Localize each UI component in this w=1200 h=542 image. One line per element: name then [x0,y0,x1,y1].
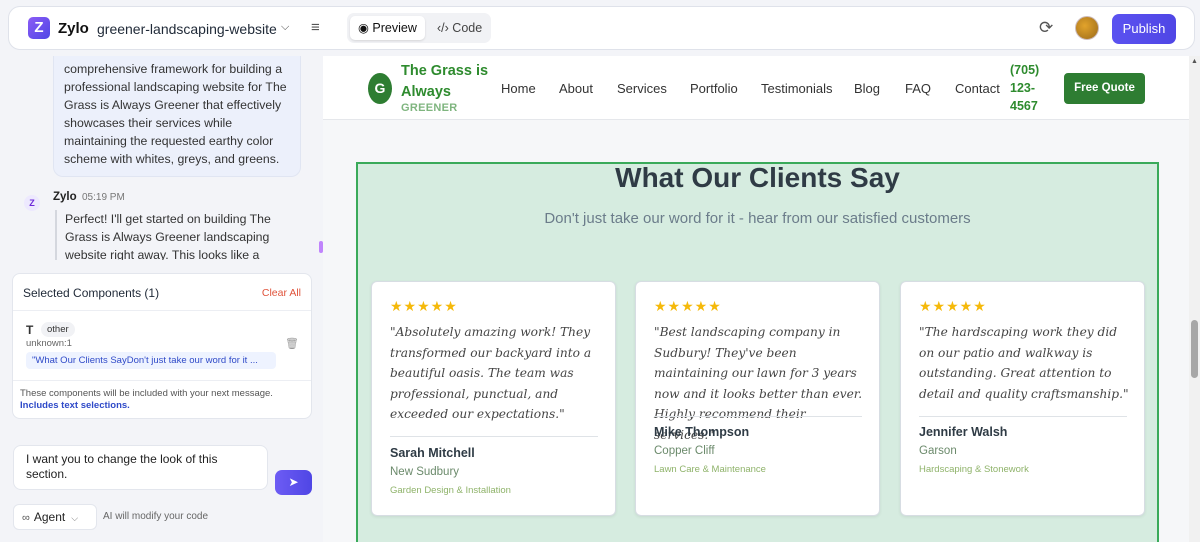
view-toggle: ◉ Preview ‹/› Code [347,13,491,43]
site-brand[interactable]: The Grass is Always [401,61,488,103]
send-button[interactable]: ➤ [275,470,312,495]
client-name: Jennifer Walsh [919,425,1008,439]
chat-sidebar: comprehensive framework for building a p… [0,56,323,542]
message-sender: Zylo [53,191,77,203]
refresh-icon[interactable]: ⟳ [1039,18,1053,38]
client-name: Mike Thompson [654,425,750,439]
nav-home[interactable]: Home [501,81,536,96]
nav-contact[interactable]: Contact [955,81,1000,96]
text-type-icon: T [26,323,34,337]
mode-select[interactable]: ∞ Agent ⌵ [13,504,97,530]
message-time: 05:19 PM [82,192,125,203]
star-rating-icon: ★★★★★ [390,298,458,314]
testimonial-card: ★★★★★ "Best landscaping company in Sudbu… [635,281,880,516]
nav-services[interactable]: Services [617,81,667,96]
client-service: Lawn Care & Maintenance [654,464,766,475]
phone-line: (705) [1010,63,1040,77]
divider [654,416,862,417]
client-name: Sarah Mitchell [390,446,475,460]
section-subtitle: Don't just take our word for it - hear f… [544,210,971,227]
site-header: G The Grass is Always GREENER Home About … [323,56,1189,120]
site-logo-icon[interactable]: G [368,73,392,104]
divider [13,380,311,381]
tab-preview[interactable]: ◉ Preview [350,16,425,40]
brand-line: The Grass is [401,63,489,79]
mode-label: Agent [33,510,66,524]
mode-note: AI will modify your code [103,511,209,522]
top-bar: Z Zylo greener-landscaping-website ⌵ ≡ ◉… [8,6,1195,50]
selected-note: These components will be included with y… [20,388,273,399]
tab-code[interactable]: ‹/› Code [429,16,490,40]
zylo-avatar-icon: Z [24,195,40,211]
section-title: What Our Clients Say [615,162,900,193]
preview-scrollbar[interactable]: ▲ [1189,56,1200,542]
trash-icon[interactable]: 🗑 [285,337,299,350]
publish-button[interactable]: Publish [1112,14,1176,44]
client-service: Hardscaping & Stonework [919,464,1029,475]
chevron-down-icon: ⌵ [71,513,79,523]
brand-line: Always [401,84,451,100]
project-name[interactable]: greener-landscaping-website [97,21,277,37]
phone-number[interactable]: (705) 123- 4567 [1010,61,1039,115]
nav-about[interactable]: About [559,81,593,96]
testimonials-section[interactable]: What Our Clients Say Don't just take our… [356,162,1159,542]
assistant-message: Perfect! I'll get started on building Th… [55,210,301,260]
zylo-logo-icon: Z [28,17,50,39]
testimonial-quote: "The hardscaping work they did on our pa… [919,325,1129,401]
phone-line: 123- [1010,81,1036,95]
tab-preview-label: Preview [372,21,417,35]
client-location: Garson [919,445,957,457]
list-icon[interactable]: ≡ [311,19,320,36]
free-quote-button[interactable]: Free Quote [1064,73,1145,104]
scroll-up-icon[interactable]: ▲ [1191,58,1198,65]
clear-all-button[interactable]: Clear All [262,287,301,299]
client-location: New Sudbury [390,466,460,478]
star-rating-icon: ★★★★★ [654,298,722,314]
divider [919,416,1127,417]
client-location: Copper Cliff [654,445,715,457]
brand-subtitle: GREENER [401,102,458,114]
code-icon: ‹/› [437,21,449,35]
eye-icon: ◉ [358,21,369,35]
testimonial-card: ★★★★★ "The hardscaping work they did on … [900,281,1145,516]
avatar[interactable] [1075,16,1099,40]
user-message: comprehensive framework for building a p… [53,56,301,177]
nav-testimonials[interactable]: Testimonials [761,81,833,96]
component-tag: other [41,322,75,337]
selected-note-link: Includes text selections. [20,400,130,411]
tab-code-label: Code [452,21,483,35]
nav-faq[interactable]: FAQ [905,81,931,96]
app-name: Zylo [58,20,89,37]
selected-title: Selected Components (1) [23,286,160,300]
component-source: unknown:1 [26,338,72,349]
nav-blog[interactable]: Blog [854,81,880,96]
scrollbar-thumb[interactable] [1191,320,1198,378]
divider [13,310,311,311]
chevron-down-icon[interactable]: ⌵ [281,21,289,34]
divider [390,436,598,437]
chat-input[interactable]: I want you to change the look of this se… [13,445,268,490]
component-text-chip: "What Our Clients SayDon't just take our… [26,352,276,369]
testimonial-card: ★★★★★ "Absolutely amazing work! They tra… [371,281,616,516]
star-rating-icon: ★★★★★ [919,298,987,314]
phone-line: 4567 [1010,99,1038,113]
nav-portfolio[interactable]: Portfolio [690,81,738,96]
testimonial-quote: "Absolutely amazing work! They transform… [390,325,592,422]
preview-pane: G The Grass is Always GREENER Home About … [323,56,1189,542]
infinity-icon: ∞ [22,512,30,524]
client-service: Garden Design & Installation [390,485,511,496]
selected-components-panel: Selected Components (1) Clear All T othe… [12,273,312,419]
send-icon: ➤ [288,475,299,489]
